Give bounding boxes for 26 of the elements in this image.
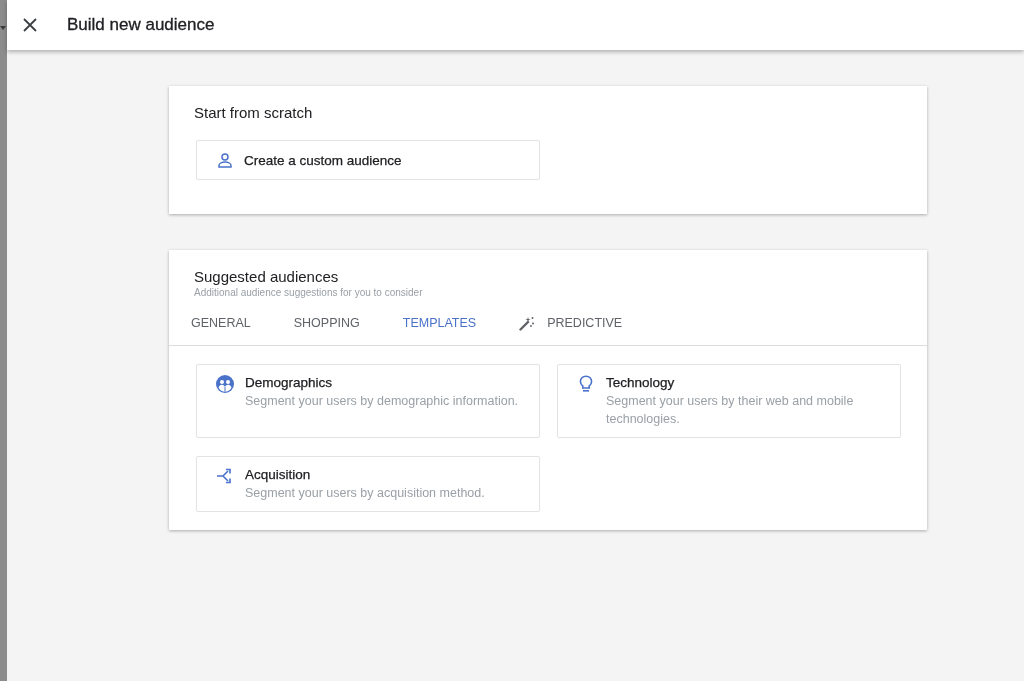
tab[interactable]: SHOPPING: [281, 305, 372, 345]
card-title: Start from scratch: [194, 104, 314, 122]
template-description: Segment your users by their web and mobile technologies.: [606, 393, 855, 428]
magic-wand-icon: [519, 315, 536, 331]
template-title: Acquisition: [245, 466, 312, 484]
page-title: Build new audience: [67, 15, 215, 35]
template-card[interactable]: Technology Segment your users by their web and mobile technologies.: [557, 364, 901, 438]
card-subtitle: Additional audience suggestions for you to consider: [194, 287, 424, 299]
close-icon: [23, 18, 37, 32]
tab[interactable]: TEMPLATES: [390, 305, 489, 345]
card-title: Suggested audiences: [194, 268, 340, 286]
tab[interactable]: GENERAL: [179, 305, 263, 345]
tab[interactable]: PREDICTIVE: [507, 305, 635, 345]
template-card[interactable]: Demographics Segment your users by demographic information.: [196, 364, 540, 438]
template-card[interactable]: Acquisition Segment your users by acquisition method.: [196, 456, 540, 512]
template-title: Demographics: [245, 374, 334, 392]
create-custom-audience-button[interactable]: Create a custom audience: [196, 140, 540, 180]
template-description: Segment your users by demographic information.: [245, 393, 519, 410]
people-icon: [216, 375, 234, 393]
person-icon: [218, 152, 232, 168]
template-title: Technology: [606, 374, 676, 392]
split-arrows-icon: [216, 467, 234, 485]
lightbulb-icon: [577, 375, 595, 393]
caret-icon: [0, 26, 6, 30]
close-button[interactable]: [22, 17, 38, 33]
template-description: Segment your users by acquisition method.: [245, 485, 485, 502]
